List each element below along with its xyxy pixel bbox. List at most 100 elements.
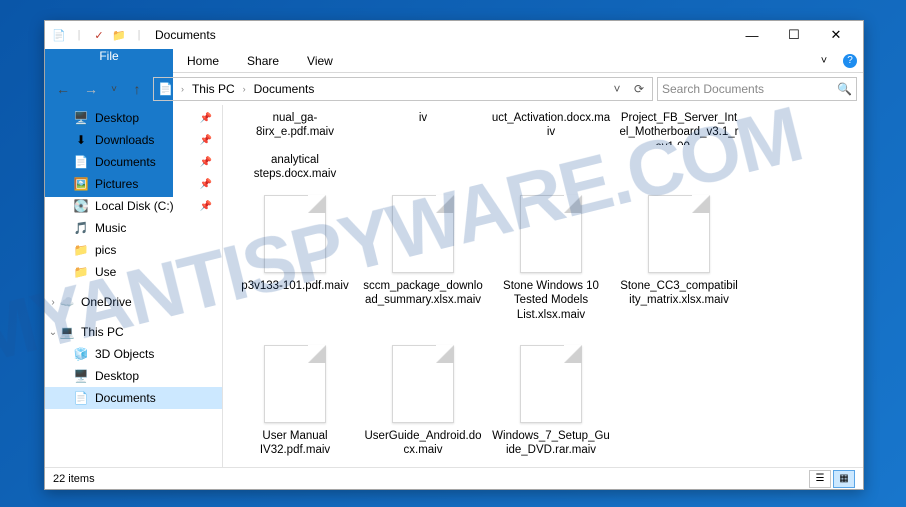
qat-properties-icon[interactable]: 📄 — [51, 27, 67, 43]
pin-icon: 📌 — [200, 157, 212, 168]
sidebar-item-documents[interactable]: 📄Documents📌 — [45, 151, 222, 173]
file-thumbnail — [648, 195, 710, 273]
nav-row: ← → ˅ ↑ 📄 › This PC › Documents ˅ ⟳ Sear… — [45, 73, 863, 105]
item-icon: 📁 — [73, 265, 89, 279]
history-dropdown[interactable]: ˅ — [107, 77, 121, 101]
sidebar-item-label: This PC — [81, 325, 124, 339]
chevron-right-icon[interactable]: › — [177, 84, 188, 94]
back-button[interactable]: ← — [51, 77, 75, 101]
tab-share[interactable]: Share — [233, 49, 293, 72]
sidebar-item-label: Music — [95, 221, 126, 235]
breadcrumb-documents[interactable]: Documents — [254, 82, 315, 96]
sidebar-item-label: OneDrive — [81, 295, 132, 309]
sidebar-item-pics[interactable]: 📁 pics — [45, 239, 222, 261]
item-icon: 🖥️ — [73, 111, 89, 125]
tab-home[interactable]: Home — [173, 49, 233, 72]
file-thumbnail — [392, 195, 454, 273]
sidebar-item-desktop[interactable]: 🖥️Desktop📌 — [45, 107, 222, 129]
up-button[interactable]: ↑ — [125, 77, 149, 101]
sidebar-item-pictures[interactable]: 🖼️ Pictures 📌 — [45, 173, 222, 195]
ribbon-tabs: File Home Share View ˅ ? — [45, 49, 863, 73]
status-bar: 22 items ☰ ▦ — [45, 467, 863, 489]
item-icon: 📄 — [73, 391, 89, 405]
folder-icon: 📄 — [158, 82, 173, 96]
search-input[interactable]: Search Documents 🔍 — [657, 77, 857, 101]
window-title: Documents — [155, 28, 216, 42]
sidebar-item-use[interactable]: 📁Use — [45, 261, 222, 283]
file-item[interactable]: nual_ga-8irx_e.pdf.maiv — [231, 105, 359, 145]
file-name: iv — [419, 111, 427, 125]
file-name: uct_Activation.docx.maiv — [491, 111, 611, 140]
address-dropdown[interactable]: ˅ — [608, 82, 626, 96]
refresh-button[interactable]: ⟳ — [630, 82, 648, 96]
file-name: User Manual IV32.pdf.maiv — [235, 429, 355, 458]
sidebar-item-label: Downloads — [95, 133, 154, 147]
sidebar-item-local-disk-c-[interactable]: 💽Local Disk (C:)📌 — [45, 195, 222, 217]
file-name: nual_ga-8irx_e.pdf.maiv — [235, 111, 355, 140]
qat-check-icon[interactable]: ✓ — [91, 27, 107, 43]
chevron-right-icon[interactable]: › — [47, 297, 59, 308]
item-count: 22 items — [53, 473, 95, 485]
breadcrumb-thispc[interactable]: This PC — [192, 82, 235, 96]
qat-sep: | — [71, 27, 87, 43]
qat-divider: | — [131, 27, 147, 43]
file-thumbnail — [264, 345, 326, 423]
file-view[interactable]: nual_ga-8irx_e.pdf.maiv iv uct_Activation.… — [223, 105, 863, 467]
sidebar-item-label: Pictures — [95, 177, 138, 191]
minimize-button[interactable]: — — [731, 23, 773, 47]
file-item[interactable]: User Manual IV32.pdf.maiv — [231, 339, 359, 467]
pc-icon: 💻 — [59, 325, 75, 339]
view-icons-button[interactable]: ▦ — [833, 470, 855, 488]
item-icon: 📁 — [73, 243, 89, 257]
pin-icon: 📌 — [200, 113, 212, 124]
sidebar-onedrive[interactable]: › ☁️ OneDrive — [45, 291, 222, 313]
item-icon: 💽 — [73, 199, 89, 213]
sidebar-item-label: Documents — [95, 391, 156, 405]
maximize-button[interactable]: ☐ — [773, 23, 815, 47]
sidebar-item-label: 3D Objects — [95, 347, 154, 361]
file-item[interactable]: analytical steps.docx.maiv — [231, 147, 359, 187]
explorer-window: 📄 | ✓ 📁 | Documents — ☐ ✕ File Home Shar… — [44, 20, 864, 490]
qat-folder-icon[interactable]: 📁 — [111, 27, 127, 43]
file-item[interactable]: UserGuide_Android.docx.maiv — [359, 339, 487, 467]
forward-button[interactable]: → — [79, 77, 103, 101]
sidebar-item-3d-objects[interactable]: 🧊 3D Objects — [45, 343, 222, 365]
file-item[interactable]: sccm_package_download_summary.xlsx.maiv — [359, 189, 487, 337]
file-name: UserGuide_Android.docx.maiv — [363, 429, 483, 458]
item-icon: 🖼️ — [73, 177, 89, 191]
sidebar-item-documents[interactable]: 📄 Documents — [45, 387, 222, 409]
tab-view[interactable]: View — [293, 49, 347, 72]
file-name: Project_FB_Server_Intel_Motherboard_v3.1… — [619, 111, 739, 145]
file-thumbnail — [264, 195, 326, 273]
file-item[interactable]: Project_FB_Server_Intel_Motherboard_v3.1… — [615, 105, 743, 145]
pin-icon: 📌 — [200, 179, 212, 190]
address-bar[interactable]: 📄 › This PC › Documents ˅ ⟳ — [153, 77, 653, 101]
sidebar-thispc[interactable]: ⌄ 💻 This PC — [45, 321, 222, 343]
sidebar-item-label: pics — [95, 243, 116, 257]
help-button[interactable]: ? — [837, 49, 863, 72]
sidebar-item-desktop[interactable]: 🖥️ Desktop — [45, 365, 222, 387]
file-item[interactable]: Windows_7_Setup_Guide_DVD.rar.maiv — [487, 339, 615, 467]
file-item[interactable]: iv — [359, 105, 487, 145]
item-icon: 🧊 — [73, 347, 89, 361]
file-item[interactable]: p3v133-101.pdf.maiv — [231, 189, 359, 337]
nav-pane[interactable]: 🖥️Desktop📌⬇Downloads📌📄Documents📌🖼️Pictur… — [45, 105, 223, 467]
titlebar: 📄 | ✓ 📁 | Documents — ☐ ✕ — [45, 21, 863, 49]
file-name: Stone Windows 10 Tested Models List.xlsx… — [491, 279, 611, 322]
file-item[interactable]: Stone_CC3_compatibility_matrix.xlsx.maiv — [615, 189, 743, 337]
sidebar-item-label: Desktop — [95, 369, 139, 383]
view-details-button[interactable]: ☰ — [809, 470, 831, 488]
ribbon-expand-button[interactable]: ˅ — [811, 49, 837, 72]
item-icon: 🎵 — [73, 221, 89, 235]
chevron-down-icon[interactable]: ⌄ — [47, 327, 59, 338]
cloud-icon: ☁️ — [59, 295, 75, 309]
sidebar-item-music[interactable]: 🎵 Music — [45, 217, 222, 239]
file-thumbnail — [520, 195, 582, 273]
close-button[interactable]: ✕ — [815, 23, 857, 47]
chevron-right-icon[interactable]: › — [239, 84, 250, 94]
sidebar-item-downloads[interactable]: ⬇Downloads📌 — [45, 129, 222, 151]
file-item[interactable]: uct_Activation.docx.maiv — [487, 105, 615, 145]
pin-icon: 📌 — [200, 201, 212, 212]
item-icon: 🖥️ — [73, 369, 89, 383]
file-item[interactable]: Stone Windows 10 Tested Models List.xlsx… — [487, 189, 615, 337]
